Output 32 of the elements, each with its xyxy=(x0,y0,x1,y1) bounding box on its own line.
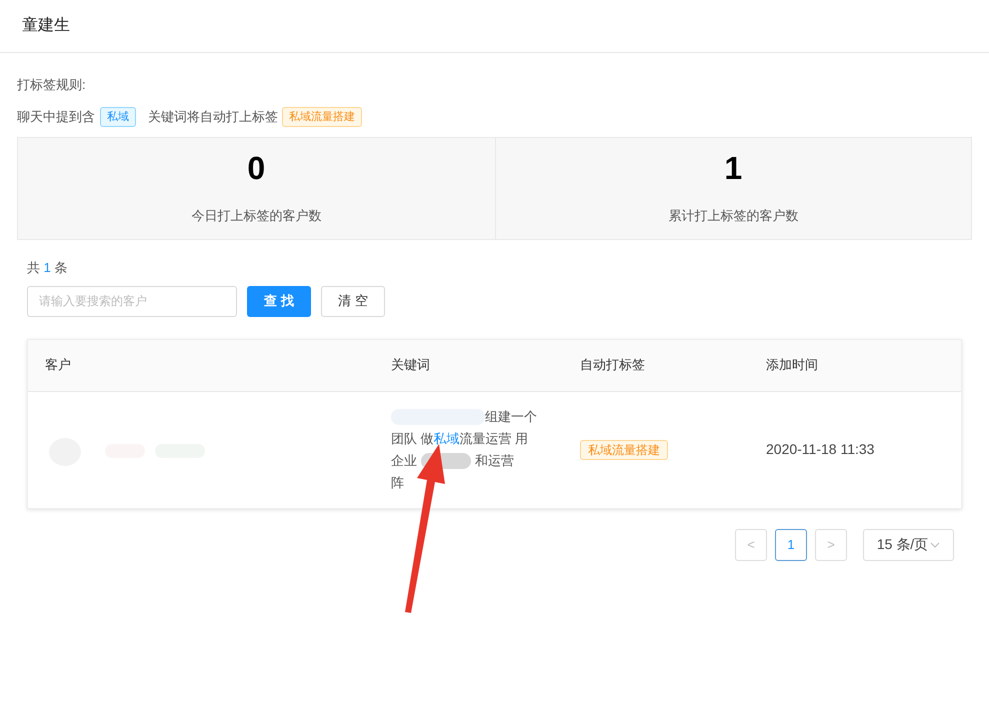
column-header: 关键词 xyxy=(391,356,431,374)
clear-button[interactable]: 清 空 xyxy=(321,286,385,316)
auto-tag: 私域流量搭建 xyxy=(580,440,668,460)
caret-icon xyxy=(930,542,940,548)
keyword-text: 组建一个 xyxy=(485,408,537,426)
page-size-select[interactable]: 15 条/页 xyxy=(863,528,954,560)
keyword-text: 私域 xyxy=(434,430,460,448)
column-header: 添加时间 xyxy=(766,356,819,374)
stat-label: 今日打上标签的客户数 xyxy=(191,206,322,225)
column-header: 客户 xyxy=(45,356,72,374)
add-time: 2020-11-18 11:33 xyxy=(766,440,876,459)
rule-text: 聊天中提到含 xyxy=(17,108,95,126)
total-count: 共 1 条 xyxy=(27,259,68,277)
rule-text: 关键词将自动打上标签 xyxy=(148,108,278,126)
keyword-text: 团队 做 xyxy=(391,430,434,448)
page-button[interactable]: 1 xyxy=(775,528,807,560)
keyword-tag: 私域 xyxy=(100,106,136,127)
page-title: 童建生 xyxy=(22,16,70,36)
stat-value: 1 xyxy=(724,152,742,184)
search-field[interactable]: 请输入要搜索的客户 xyxy=(27,286,237,316)
keyword-text: 阵 xyxy=(391,474,404,492)
auto-tag: 私域流量搭建 xyxy=(282,106,362,127)
stat-label: 累计打上标签的客户数 xyxy=(668,206,798,225)
keyword-text: 企业 xyxy=(391,452,417,470)
next-page-button[interactable]: > xyxy=(815,528,847,560)
keyword-text: 流量运营 用 xyxy=(460,430,528,448)
column-header: 自动打标签 xyxy=(580,356,646,374)
stat-value: 0 xyxy=(247,152,266,184)
prev-page-button[interactable]: < xyxy=(735,528,767,560)
search-button[interactable]: 查 找 xyxy=(247,286,311,316)
keyword-text: 和运营 xyxy=(475,452,514,470)
rule-label: 打标签规则: xyxy=(17,76,87,94)
